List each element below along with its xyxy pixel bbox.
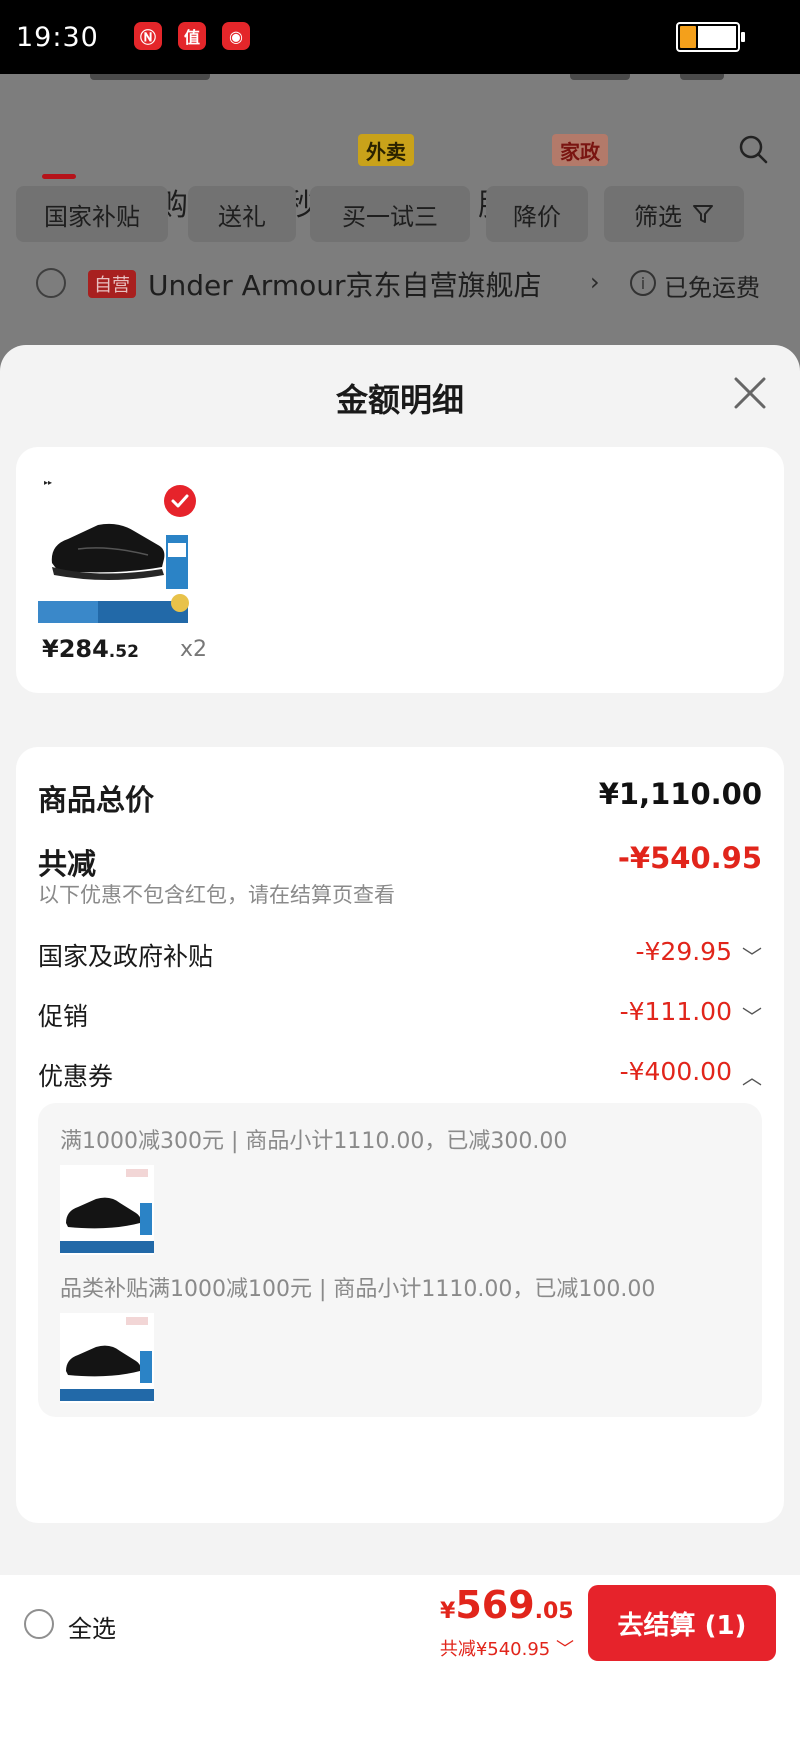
chevron-down-icon[interactable]: ﹀ [742,941,762,970]
product-quantity: x2 [180,637,208,662]
coupon-line-2: 品类补贴满1000减100元 | 商品小计1110.00，已减100.00 [60,1277,656,1302]
chip-price-drop[interactable]: 降价 [486,186,588,242]
price-integer: ¥284 [42,635,109,663]
chevron-down-icon: ﹀ [550,1639,574,1660]
pinduoduo-icon: ◉ [222,22,250,50]
store-name[interactable]: Under Armour京东自营旗舰店 [148,264,542,304]
select-all-radio[interactable] [24,1609,54,1639]
clock: 19:30 [16,22,99,53]
goods-total-label: 商品总价 [38,783,155,817]
active-tab-indicator [42,174,76,179]
svg-text:▸▸: ▸▸ [44,478,52,487]
price-decimal: .52 [108,642,139,662]
chip-national-subsidy[interactable]: 国家补贴 [16,186,168,242]
subsidy-label: 国家及政府补贴 [38,942,214,971]
netease-music-icon: Ⓝ [134,22,162,50]
chip-filter[interactable]: 筛选 [604,186,744,242]
promotion-label: 促销 [38,1002,89,1031]
currency-symbol: ¥ [440,1599,456,1624]
chevron-right-icon: › [590,268,600,296]
filter-label: 筛选 [634,202,682,231]
checkout-bar: 全选 ¥569.05 共减¥540.95 ﹀ 去结算 (1) [0,1575,800,1739]
sheet-title: 金额明细 [335,381,464,419]
promotion-value: -¥111.00 [619,997,732,1026]
product-thumbnail [60,1165,154,1255]
cart-page-backdrop[interactable]: 全部 购物 秒送 服务 外卖 家政 国家补贴 送礼 买一试三 降价 筛选 自营 … [0,74,800,354]
coupon-details: 满1000减300元 | 商品小计1110.00，已减300.00 品类补贴满1… [38,1103,762,1417]
chevron-up-icon[interactable]: ︿ [742,1061,762,1090]
funnel-icon [693,205,713,223]
total-reduction-row: 共减 -¥540.95 [38,841,762,881]
status-bar: 19:30 Ⓝ 值 ◉ [0,0,800,74]
promotion-row[interactable]: 促销 -¥111.00 ﹀ [38,997,762,1037]
search-icon[interactable] [738,134,768,164]
filter-chips: 国家补贴 送礼 买一试三 降价 筛选 [0,186,800,246]
total-integer: 569 [455,1583,535,1627]
product-thumbnail [60,1313,154,1403]
battery-icon [676,22,745,52]
price-detail-card: 商品总价 ¥1,110.00 共减 -¥540.95 以下优惠不包含红包，请在结… [16,747,784,1523]
info-icon[interactable]: i [630,270,656,296]
select-all-label[interactable]: 全选 [68,1609,116,1644]
coupon-line-1: 满1000减300元 | 商品小计1110.00，已减300.00 [60,1129,568,1154]
selected-check-icon[interactable] [164,485,196,517]
chevron-down-icon[interactable]: ﹀ [742,1001,762,1030]
coupon-label: 优惠券 [38,1062,114,1091]
chip-buy-one-try-three[interactable]: 买一试三 [310,186,470,242]
red-packet-note: 以下优惠不包含红包，请在结算页查看 [38,883,395,907]
product-card: ▸▸ ¥284.52 x2 [16,447,784,693]
total-reduction-label: 共减 [38,847,97,881]
coupon-row[interactable]: 优惠券 -¥400.00 ︿ [38,1057,762,1097]
checkout-button[interactable]: 去结算 (1) [588,1585,776,1661]
chip-gift[interactable]: 送礼 [188,186,296,242]
takeaway-badge: 外卖 [358,134,414,166]
product-unit-price: ¥284.52 [42,635,139,663]
subsidy-value: -¥29.95 [635,937,733,966]
close-icon[interactable] [732,375,768,411]
goods-total-value: ¥1,110.00 [598,777,762,811]
store-row: 自营 Under Armour京东自营旗舰店 › i 已免运费 [0,254,800,320]
free-shipping-label: 已免运费 [664,274,760,302]
housekeeping-badge: 家政 [552,134,608,166]
amount-detail-sheet: 金额明细 ▸▸ ¥284.52 x2 商品总价 ¥1,110.00 共减 -¥5… [0,345,800,1575]
zhidemai-icon: 值 [178,22,206,50]
savings-text: 共减¥540.95 [439,1639,551,1660]
self-operated-badge: 自营 [88,270,136,298]
total-decimal: .05 [534,1599,574,1624]
subsidy-row[interactable]: 国家及政府补贴 -¥29.95 ﹀ [38,937,762,977]
store-select-radio[interactable] [36,268,66,298]
goods-total-row: 商品总价 ¥1,110.00 [38,777,762,817]
total-reduction-value: -¥540.95 [617,841,762,875]
coupon-value: -¥400.00 [619,1057,732,1086]
savings-toggle[interactable]: 共减¥540.95 ﹀ [390,1635,574,1661]
payable-total: ¥569.05 [440,1583,574,1627]
